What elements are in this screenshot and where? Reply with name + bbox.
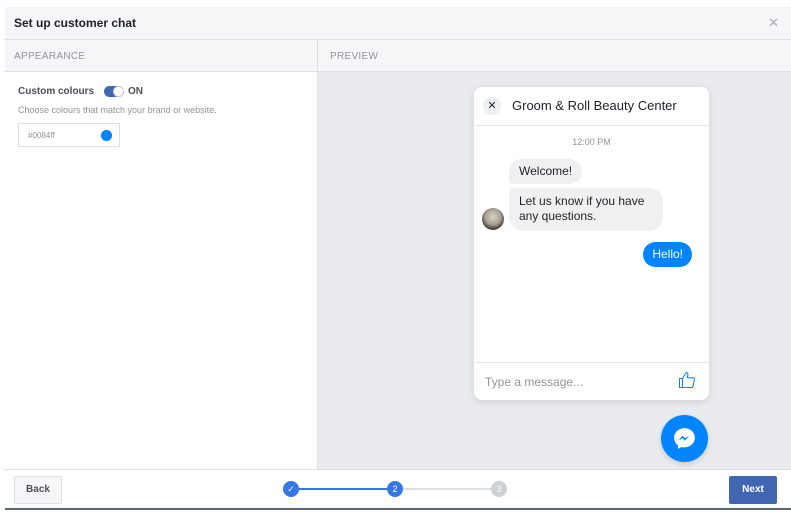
toggle-knob <box>113 86 124 97</box>
color-input[interactable]: #0084ff <box>18 123 120 147</box>
dialog-header: Set up customer chat ✕ <box>5 7 791 40</box>
dialog-title: Set up customer chat <box>14 16 137 30</box>
chat-composer: Type a message... <box>474 362 709 400</box>
bottom-border <box>5 508 791 510</box>
step-connector <box>299 488 387 490</box>
message-bubble: Welcome! <box>509 159 583 184</box>
back-button[interactable]: Back <box>14 476 62 504</box>
user-message-bubble: Hello! <box>643 242 692 267</box>
messenger-launcher[interactable] <box>661 415 708 462</box>
close-icon[interactable]: ✕ <box>768 15 779 31</box>
step-2-current: 2 <box>387 481 403 497</box>
dialog-footer: Back ✓ 2 3 Next <box>5 469 791 510</box>
color-value: #0084ff <box>28 131 55 140</box>
close-icon[interactable]: ✕ <box>483 97 501 115</box>
message-timestamp: 12:00 PM <box>572 137 611 147</box>
message-bubble: Let us know if you have any questions. <box>509 188 663 231</box>
messenger-icon <box>674 428 695 449</box>
custom-colours-label: Custom colours <box>18 86 95 97</box>
step-connector <box>403 488 491 490</box>
setup-dialog: Set up customer chat ✕ APPEARANCE PREVIE… <box>5 7 791 510</box>
appearance-heading: APPEARANCE <box>14 51 86 62</box>
next-button[interactable]: Next <box>729 476 777 504</box>
appearance-panel: Custom colours ON Choose colours that ma… <box>5 72 317 469</box>
preview-panel: ✕ Groom & Roll Beauty Center 12:00 PM We… <box>317 72 791 469</box>
message-input[interactable]: Type a message... <box>485 375 583 389</box>
avatar <box>482 208 504 230</box>
color-swatch[interactable] <box>101 130 112 141</box>
chat-header: ✕ Groom & Roll Beauty Center <box>474 87 709 126</box>
column-divider <box>317 40 318 72</box>
chat-window-preview: ✕ Groom & Roll Beauty Center 12:00 PM We… <box>474 87 709 400</box>
preview-heading: PREVIEW <box>330 51 379 62</box>
step-1-complete: ✓ <box>283 481 299 497</box>
column-headers: APPEARANCE PREVIEW <box>5 40 791 72</box>
step-3-upcoming: 3 <box>491 481 507 497</box>
custom-colours-toggle[interactable] <box>104 86 124 97</box>
thumbs-up-icon[interactable] <box>678 371 696 389</box>
chat-title: Groom & Roll Beauty Center <box>512 98 677 113</box>
custom-colours-description: Choose colours that match your brand or … <box>18 105 217 115</box>
toggle-state-label: ON <box>128 86 143 97</box>
